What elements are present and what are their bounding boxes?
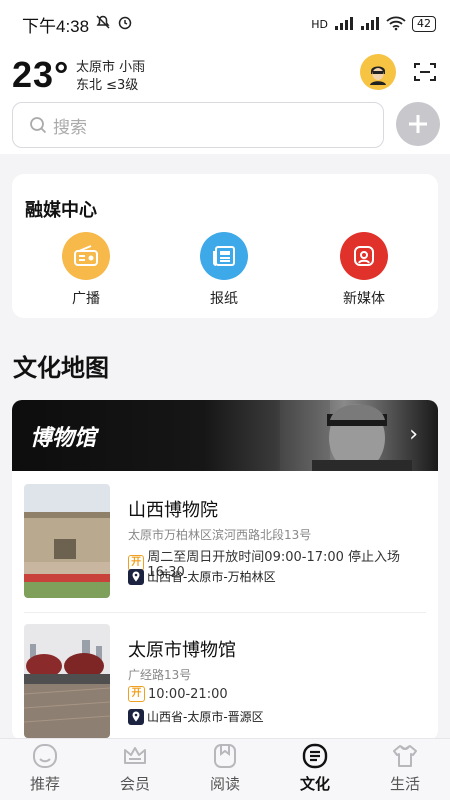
user-avatar-icon [365, 59, 391, 85]
museum-region: 山西省-太原市-万柏林区 [128, 568, 276, 585]
battery-indicator: 42 [412, 16, 436, 32]
status-bar: 下午4:38 HD 42 [0, 0, 450, 48]
wifi-icon [386, 15, 406, 34]
search-placeholder: 搜索 [53, 117, 87, 138]
temperature: 23° [12, 54, 70, 95]
media-item-new-media[interactable]: 新媒体 [319, 232, 409, 308]
chevron-right-icon[interactable]: › [409, 422, 418, 447]
tab-member[interactable]: 会员 [90, 739, 180, 800]
header: 23° 太原市 小雨 东北 ≤3级 搜索 [0, 48, 450, 154]
smile-icon [32, 743, 58, 769]
list-divider [24, 612, 426, 613]
signal-icon [334, 16, 354, 33]
tab-life[interactable]: 生活 [360, 739, 450, 800]
signal-icon-2 [360, 16, 380, 33]
tab-label: 会员 [119, 775, 150, 793]
wind-info: 东北 ≤3级 [76, 78, 139, 93]
tab-label: 阅读 [209, 775, 240, 793]
tab-label: 推荐 [29, 775, 60, 793]
museum-region-text: 山西省-太原市-晋源区 [147, 710, 264, 724]
hd-label: HD [311, 17, 328, 31]
bottom-tab-bar: 推荐 会员 阅读 文化 生活 [0, 738, 450, 800]
media-item-radio[interactable]: 广播 [41, 232, 131, 308]
museum-thumbnail [24, 484, 110, 598]
banner-title: 博物馆 [30, 426, 97, 451]
culture-map-title: 文化地图 [13, 354, 109, 382]
tab-recommend[interactable]: 推荐 [0, 739, 90, 800]
location-pin-icon [128, 568, 144, 585]
museum-hours: 开 10:00-21:00 [128, 686, 228, 702]
shirt-icon [392, 743, 418, 769]
tab-label: 文化 [299, 775, 330, 793]
museum-section: 博物馆 › 山西博物院 太原市万柏林区滨河西路北段13号 开 周二至周日开放时间… [12, 400, 438, 740]
museum-list-item[interactable]: 太原市博物馆 广经路13号 开 10:00-21:00 山西省-太原市-晋源区 [24, 624, 424, 740]
museum-region-text: 山西省-太原市-万柏林区 [147, 570, 276, 584]
radio-icon [62, 232, 110, 280]
museum-thumbnail [24, 624, 110, 738]
tab-label: 生活 [389, 775, 420, 793]
media-center-title: 融媒中心 [25, 200, 97, 221]
new-media-icon [340, 232, 388, 280]
media-item-label: 广播 [72, 291, 100, 307]
book-icon [212, 743, 238, 769]
status-time: 下午4:38 [22, 16, 90, 36]
media-item-label: 新媒体 [343, 291, 385, 307]
search-input[interactable]: 搜索 [12, 102, 384, 148]
crown-icon [122, 743, 148, 769]
newspaper-icon [200, 232, 248, 280]
museum-banner[interactable]: 博物馆 › [12, 400, 438, 471]
alarm-icon [117, 14, 133, 34]
tab-reading[interactable]: 阅读 [180, 739, 270, 800]
add-button[interactable] [396, 102, 440, 146]
museum-name: 山西博物院 [128, 500, 218, 521]
media-center-card: 融媒中心 广播 报纸 新媒体 [12, 174, 438, 318]
avatar[interactable] [360, 54, 396, 90]
museum-list-item[interactable]: 山西博物院 太原市万柏林区滨河西路北段13号 开 周二至周日开放时间09:00-… [24, 484, 424, 600]
location-pin-icon [128, 708, 144, 725]
culture-icon [302, 743, 328, 769]
scan-icon[interactable] [414, 62, 436, 82]
city-weather: 太原市 小雨 [76, 60, 146, 75]
museum-name: 太原市博物馆 [128, 640, 236, 661]
open-badge-icon: 开 [128, 686, 145, 702]
plus-icon [409, 115, 427, 133]
museum-address: 广经路13号 [128, 668, 192, 682]
museum-address: 太原市万柏林区滨河西路北段13号 [128, 528, 312, 542]
media-item-newspaper[interactable]: 报纸 [179, 232, 269, 308]
museum-hours-text: 10:00-21:00 [148, 686, 228, 702]
media-item-label: 报纸 [210, 291, 238, 307]
search-icon [30, 117, 47, 134]
tab-culture[interactable]: 文化 [270, 739, 360, 800]
mute-icon [95, 14, 111, 34]
museum-region: 山西省-太原市-晋源区 [128, 708, 264, 725]
